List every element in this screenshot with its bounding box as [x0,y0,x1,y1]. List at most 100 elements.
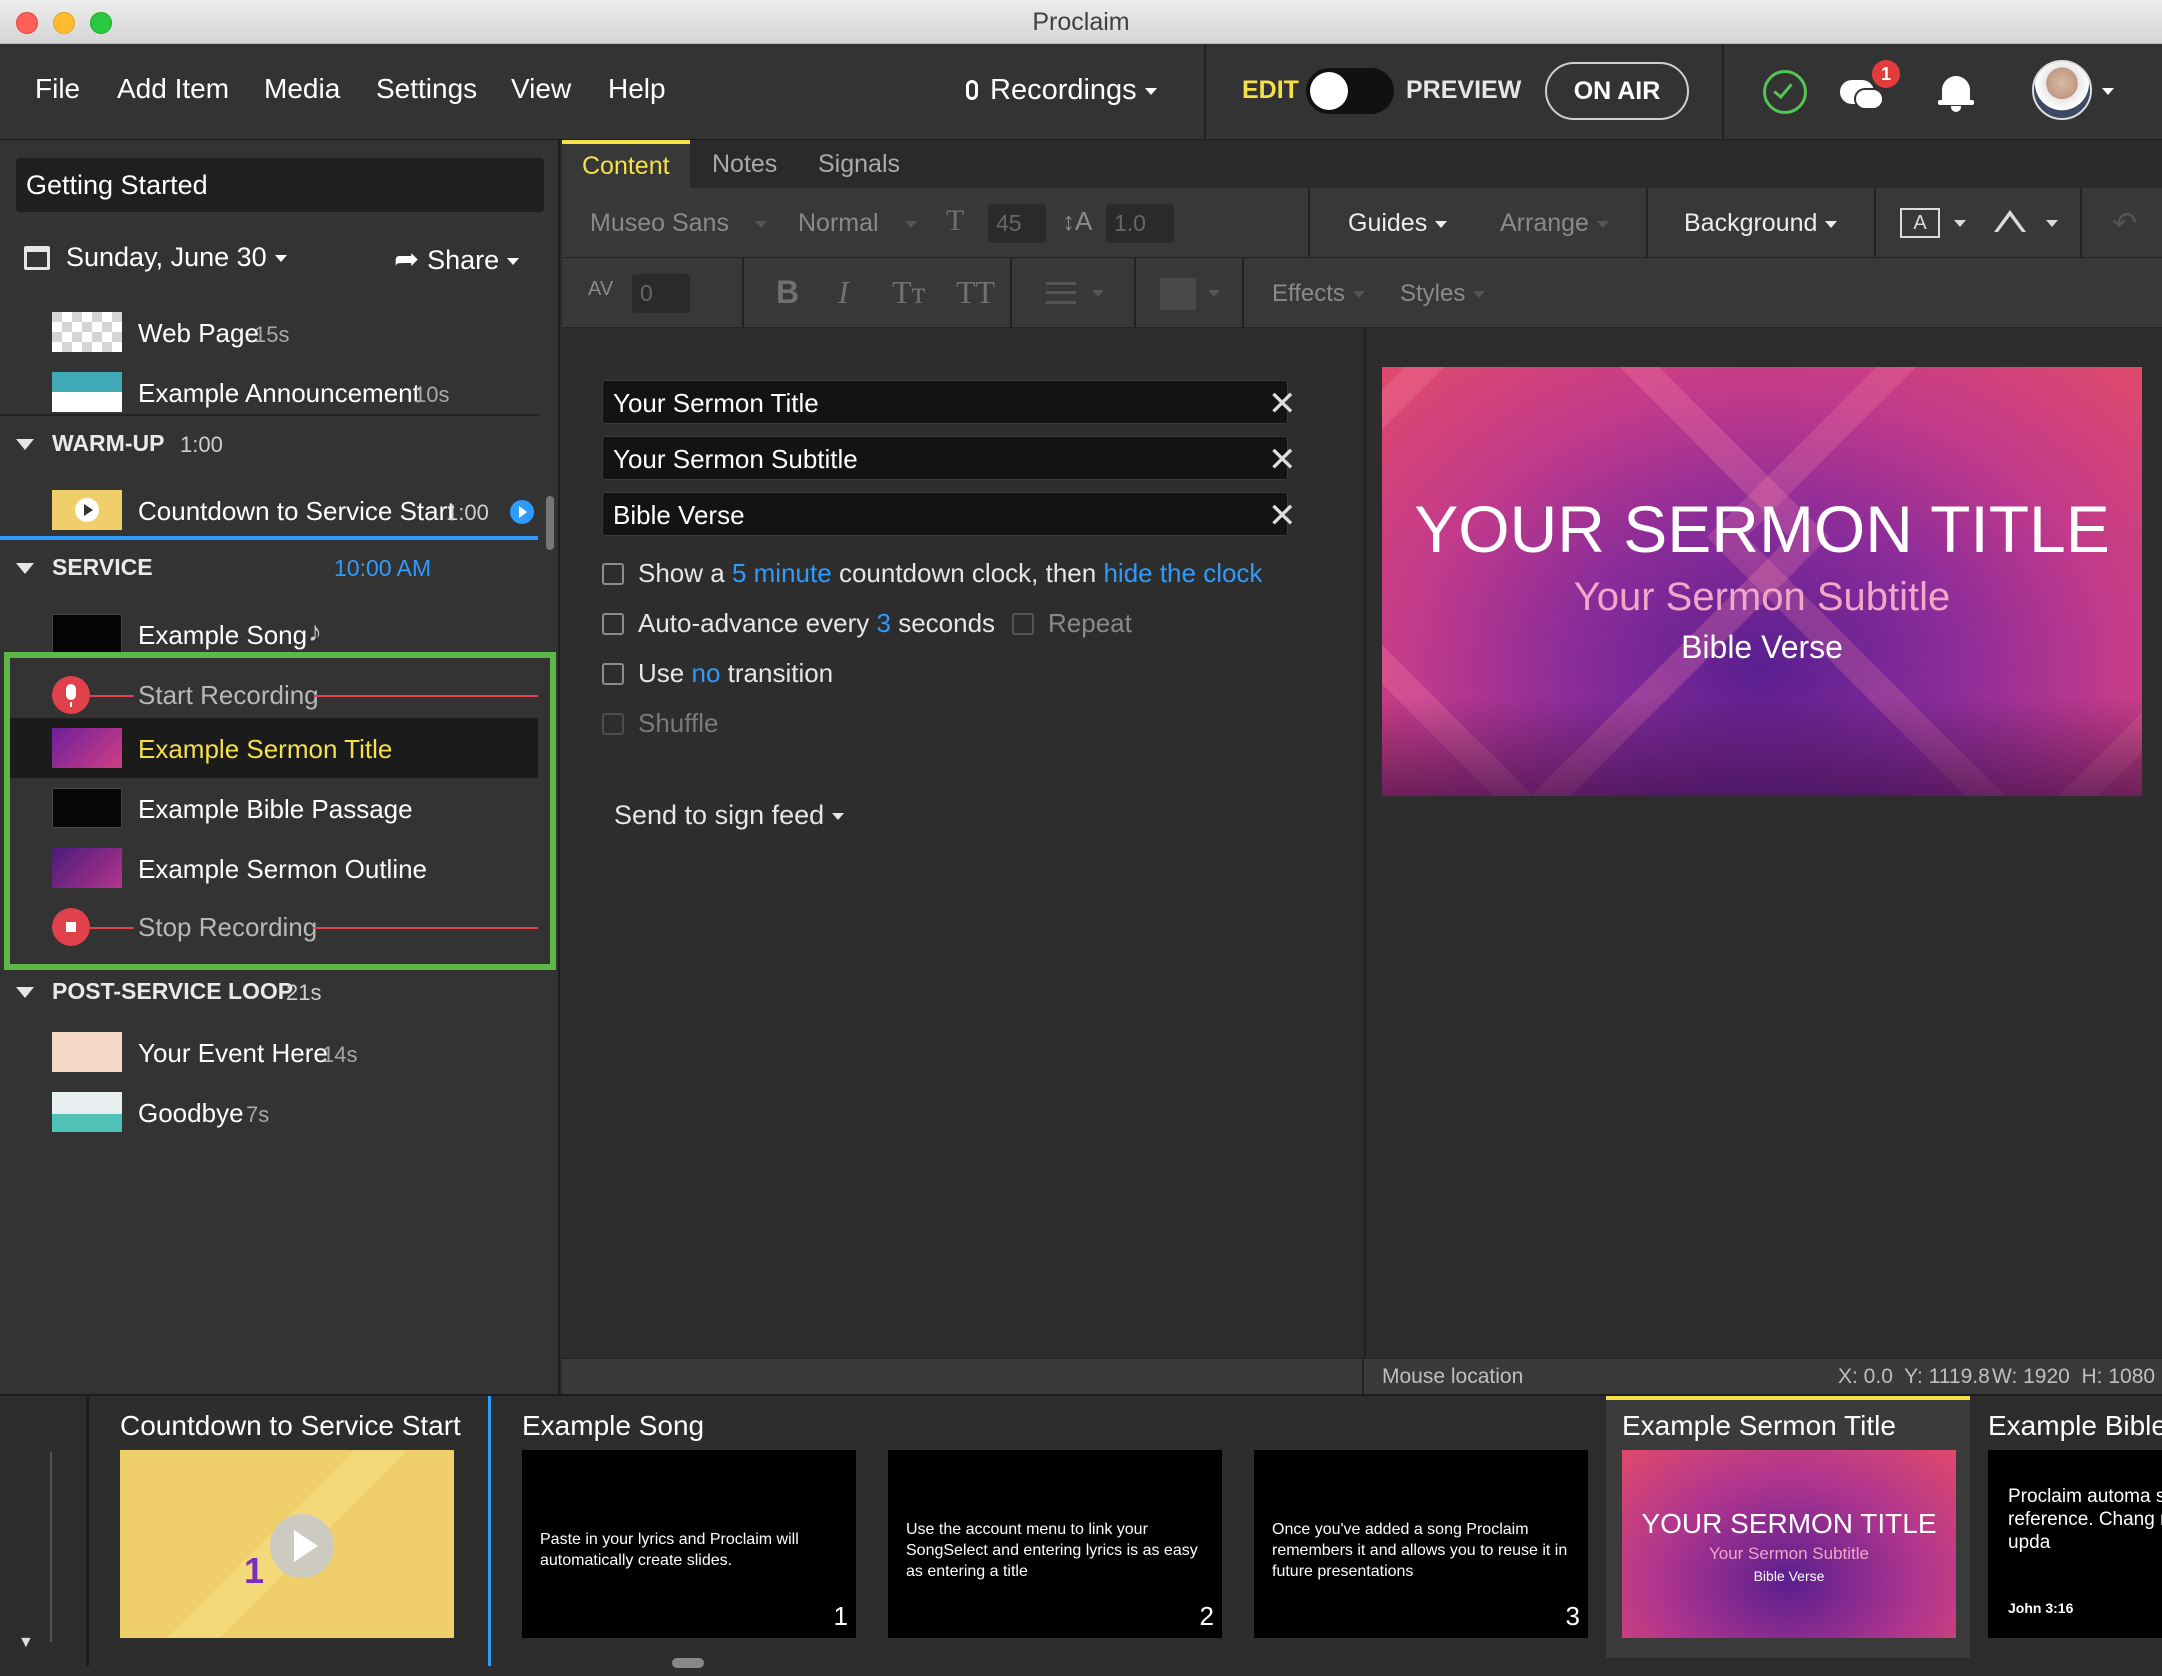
tab-content[interactable]: Content [562,140,690,188]
filmstrip-song-slide-2[interactable]: Use the account menu to link your SongSe… [888,1450,1222,1638]
list-item-web-page[interactable]: Web Page 15s [0,304,548,360]
menu-file[interactable]: File [35,73,80,105]
small-caps-button[interactable]: Tт [892,274,926,311]
font-size-field[interactable]: 45 [988,204,1046,243]
on-air-button[interactable]: ON AIR [1545,62,1689,120]
clear-verse-icon[interactable]: ✕ [1268,496,1297,536]
list-item-goodbye[interactable]: Goodbye 7s [0,1084,548,1140]
bible-verse-field[interactable]: Bible Verse [602,492,1288,536]
shuffle-checkbox[interactable] [602,713,624,735]
clear-title-icon[interactable]: ✕ [1268,384,1297,424]
slide-preview[interactable]: YOUR SERMON TITLE Your Sermon Subtitle B… [1382,367,2142,796]
section-title: WARM-UP [52,430,165,456]
text-box-icon[interactable]: A [1900,208,1940,238]
transition-option[interactable]: Use no transition [602,658,833,689]
collapse-triangle-icon[interactable] [16,439,34,450]
letter-spacing-field[interactable]: 0 [632,274,690,313]
clear-subtitle-icon[interactable]: ✕ [1268,440,1297,480]
collapse-triangle-icon[interactable] [16,563,34,574]
share-button[interactable]: ➦ Share [394,242,520,277]
hide-clock-link[interactable]: hide the clock [1103,558,1262,588]
chevron-down-icon[interactable] [1954,220,1966,227]
section-service[interactable]: SERVICE 10:00 AM [0,546,548,594]
service-time[interactable]: 10:00 AM [334,555,431,582]
user-avatar[interactable] [2032,60,2092,120]
list-item-countdown[interactable]: Countdown to Service Start 1:00 [0,482,548,538]
recording-line-left [90,927,134,929]
filmstrip-song-slide-3[interactable]: Once you've added a song Proclaim rememb… [1254,1450,1588,1638]
countdown-minutes-link[interactable]: 5 minute [732,558,832,588]
slide-title: YOUR SERMON TITLE [1414,492,2110,566]
transition-link[interactable]: no [691,658,720,688]
list-item-sermon-title[interactable]: Example Sermon Title [10,718,538,778]
collapse-filmstrip-icon[interactable]: ▼ [18,1634,34,1652]
sermon-subtitle-field[interactable]: Your Sermon Subtitle [602,436,1288,480]
status-ok-icon[interactable] [1763,70,1807,114]
auto-advance-checkbox[interactable] [602,613,624,635]
align-icon[interactable] [1046,282,1076,304]
menu-help[interactable]: Help [608,73,666,105]
menu-settings[interactable]: Settings [376,73,477,105]
arrange-dropdown[interactable]: Arrange [1500,209,1609,238]
line-height-field[interactable]: 1.0 [1106,204,1174,243]
styles-dropdown[interactable]: Styles [1400,280,1486,308]
list-item-announcement[interactable]: Example Announcement 10s [0,364,548,420]
chevron-down-icon[interactable] [1208,290,1220,297]
slide-text: Paste in your lyrics and Proclaim will a… [540,1531,799,1569]
list-scrollbar[interactable] [546,496,554,550]
effects-dropdown[interactable]: Effects [1272,280,1365,308]
list-item-stop-recording[interactable]: Stop Recording [0,900,548,956]
list-item-sermon-outline[interactable]: Example Sermon Outline [0,840,548,896]
auto-advance-option[interactable]: Auto-advance every 3 seconds [602,608,995,639]
list-item-event[interactable]: Your Event Here 14s [0,1024,548,1080]
chevron-down-icon[interactable] [2046,220,2058,227]
text-color-swatch[interactable] [1160,278,1196,310]
tab-notes[interactable]: Notes [692,140,797,188]
avatar-chevron-icon[interactable] [2102,88,2114,95]
collapse-triangle-icon[interactable] [16,987,34,998]
filmstrip-bible-slide[interactable]: Proclaim automa slides when you e refere… [1988,1450,2162,1638]
date-selector[interactable]: Sunday, June 30 [66,242,287,273]
menu-media[interactable]: Media [264,73,340,105]
calendar-icon [24,246,50,270]
sermon-title-field[interactable]: Your Sermon Title [602,380,1288,424]
bell-icon[interactable] [1938,72,1974,112]
repeat-checkbox[interactable] [1012,613,1034,635]
bold-button[interactable]: B [776,274,799,311]
recordings-dropdown[interactable]: Recordings [966,74,1157,107]
all-caps-button[interactable]: TT [956,274,995,311]
filmstrip-sermon-slide[interactable]: YOUR SERMON TITLE Your Sermon Subtitle B… [1622,1450,1956,1638]
menu-add-item[interactable]: Add Item [117,73,229,105]
letter-spacing-icon: AV [588,278,614,300]
recording-line-right [314,695,538,697]
list-item-start-recording[interactable]: Start Recording [0,668,548,724]
chevron-down-icon[interactable] [1092,290,1104,297]
image-icon[interactable] [1990,206,2030,238]
item-title: Example Bible Passage [138,794,413,824]
background-dropdown[interactable]: Background [1684,209,1838,238]
item-title: Example Sermon Outline [138,854,428,884]
section-warm-up[interactable]: WARM-UP 1:00 [0,422,548,470]
section-post-service-loop[interactable]: POST-SERVICE LOOP 21s [0,970,548,1018]
advance-seconds-link[interactable]: 3 [876,608,890,638]
presentation-name[interactable]: Getting Started [16,158,544,212]
send-to-sign-feed-dropdown[interactable]: Send to sign feed [614,800,845,831]
countdown-checkbox[interactable] [602,563,624,585]
countdown-option[interactable]: Show a 5 minute countdown clock, then hi… [602,558,1262,589]
italic-button[interactable]: I [838,274,849,311]
filmstrip-scroll-handle[interactable] [672,1658,704,1668]
recording-line-left [90,695,134,697]
transition-checkbox[interactable] [602,663,624,685]
font-family-select[interactable]: Museo Sans [590,209,767,238]
menu-view[interactable]: View [511,73,571,105]
filmstrip-slide-countdown[interactable]: 1 [120,1450,454,1638]
guides-dropdown[interactable]: Guides [1348,209,1448,238]
filmstrip-song-slide-1[interactable]: Paste in your lyrics and Proclaim will a… [522,1450,856,1638]
list-item-bible-passage[interactable]: Example Bible Passage [0,780,548,836]
undo-icon[interactable]: ↶ [2112,206,2137,241]
shuffle-option[interactable]: Shuffle [602,708,718,739]
edit-preview-toggle[interactable] [1306,68,1394,114]
repeat-option[interactable]: Repeat [1012,608,1132,639]
font-weight-select[interactable]: Normal [798,209,917,238]
tab-signals[interactable]: Signals [798,140,920,188]
